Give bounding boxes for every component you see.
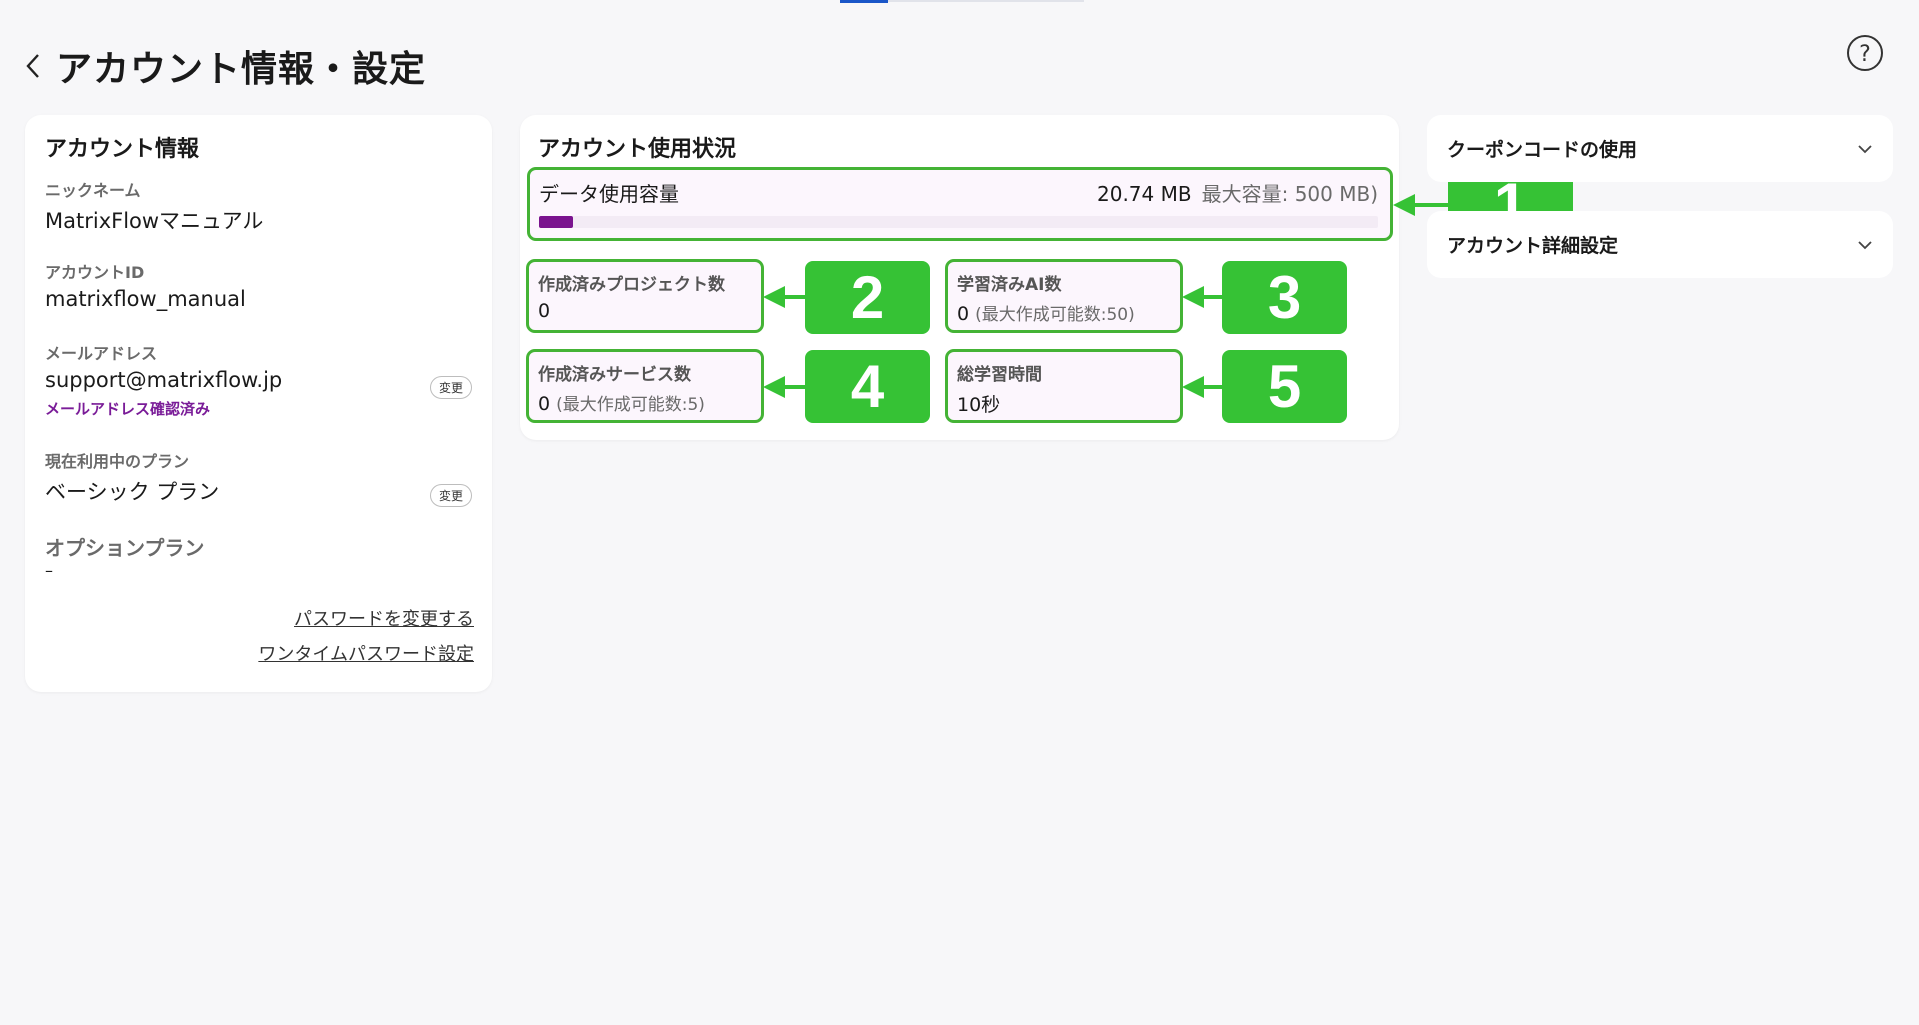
account-id-value: matrixflow_manual (45, 287, 246, 311)
services-value-row: 0 (最大作成可能数:5) (538, 390, 705, 415)
callout-5-arrow (1202, 385, 1222, 389)
option-plan-label: オプションプラン (45, 536, 205, 560)
account-id-field: アカウントID matrixflow_manual (45, 259, 472, 311)
services-count-box: 作成済みサービス数 0 (最大作成可能数:5) (526, 349, 764, 423)
email-label: メールアドレス (45, 344, 158, 363)
option-plan-value: – (45, 561, 53, 580)
email-value: support@matrixflow.jp (45, 368, 283, 392)
ai-count-box: 学習済みAI数 0 (最大作成可能数:50) (945, 259, 1183, 333)
plan-value: ベーシック プラン (45, 480, 220, 504)
coupon-accordion-label: クーポンコードの使用 (1447, 139, 1638, 161)
projects-label: 作成済みプロジェクト数 (538, 275, 725, 295)
ai-value: 0 (957, 303, 970, 325)
account-detail-accordion-label: アカウント詳細設定 (1447, 235, 1619, 257)
callout-3-arrowhead (1182, 286, 1204, 308)
callout-badge-5: 5 (1222, 350, 1347, 423)
chevron-down-icon (1858, 144, 1872, 153)
training-time-box: 総学習時間 10秒 (945, 349, 1183, 423)
account-info-title: アカウント情報 (45, 137, 200, 162)
chevron-down-icon (1858, 240, 1872, 249)
plan-field: 現在利用中のプラン ベーシック プラン 変更 (45, 448, 472, 507)
top-tab-track (888, 0, 1084, 2)
email-change-button[interactable]: 変更 (429, 376, 472, 399)
usage-title: アカウント使用状況 (538, 137, 737, 162)
top-tab-indicator (840, 0, 888, 3)
storage-value: 20.74 MB 最大容量: 500 MB) (1097, 178, 1378, 207)
chevron-left-icon (26, 54, 39, 78)
callout-badge-3: 3 (1222, 261, 1347, 334)
callout-5-arrowhead (1182, 376, 1204, 398)
callout-1-arrow (1413, 203, 1448, 207)
storage-progress-fill (539, 216, 574, 228)
plan-change-button[interactable]: 変更 (429, 484, 472, 507)
nickname-field: ニックネーム MatrixFlowマニュアル (45, 177, 472, 235)
ai-value-row: 0 (最大作成可能数:50) (957, 300, 1135, 325)
projects-value: 0 (538, 300, 551, 322)
callout-2-arrow (783, 295, 805, 299)
account-info-card: アカウント情報 ニックネーム MatrixFlowマニュアル アカウントID m… (25, 115, 492, 692)
training-value: 10秒 (957, 394, 1001, 416)
services-label: 作成済みサービス数 (538, 365, 691, 385)
services-max: (最大作成可能数:5) (556, 395, 705, 415)
callout-2-arrowhead (763, 286, 785, 308)
storage-usage-box: データ使用容量 20.74 MB 最大容量: 500 MB) (527, 167, 1393, 241)
projects-count-box: 作成済みプロジェクト数 0 (526, 259, 764, 333)
help-icon: ? (1847, 35, 1883, 71)
back-button[interactable] (20, 46, 46, 86)
services-value: 0 (538, 393, 551, 415)
email-verified-status: メールアドレス確認済み (45, 400, 211, 418)
callout-badge-2: 2 (805, 261, 930, 334)
nickname-value: MatrixFlowマニュアル (45, 209, 264, 233)
callout-4-arrowhead (763, 376, 785, 398)
storage-label: データ使用容量 (539, 182, 679, 206)
page-header: アカウント情報・設定 (20, 40, 426, 92)
ai-label: 学習済みAI数 (957, 275, 1062, 295)
callout-3-arrow (1202, 295, 1222, 299)
callout-4-arrow (783, 385, 805, 389)
coupon-accordion[interactable]: クーポンコードの使用 (1427, 115, 1893, 182)
callout-badge-4: 4 (805, 350, 930, 423)
otp-setting-link[interactable]: ワンタイムパスワード設定 (258, 640, 474, 666)
help-button[interactable]: ? (1846, 34, 1884, 72)
email-field: メールアドレス support@matrixflow.jp 変更 メールアドレス… (45, 340, 472, 419)
storage-used: 20.74 MB (1097, 182, 1192, 206)
plan-label: 現在利用中のプラン (45, 452, 190, 471)
change-password-link[interactable]: パスワードを変更する (294, 605, 474, 631)
training-label: 総学習時間 (957, 365, 1042, 385)
account-detail-accordion[interactable]: アカウント詳細設定 (1427, 211, 1893, 278)
storage-progress-bar (539, 216, 1378, 228)
ai-max: (最大作成可能数:50) (975, 305, 1135, 325)
option-plan-field: オプションプラン – (45, 532, 472, 580)
account-id-label: アカウントID (45, 263, 145, 282)
svg-text:?: ? (1859, 42, 1871, 67)
nickname-label: ニックネーム (45, 181, 141, 200)
storage-max: 最大容量: 500 MB) (1201, 182, 1378, 206)
callout-1-arrowhead (1393, 194, 1415, 216)
page-title: アカウント情報・設定 (56, 49, 427, 90)
